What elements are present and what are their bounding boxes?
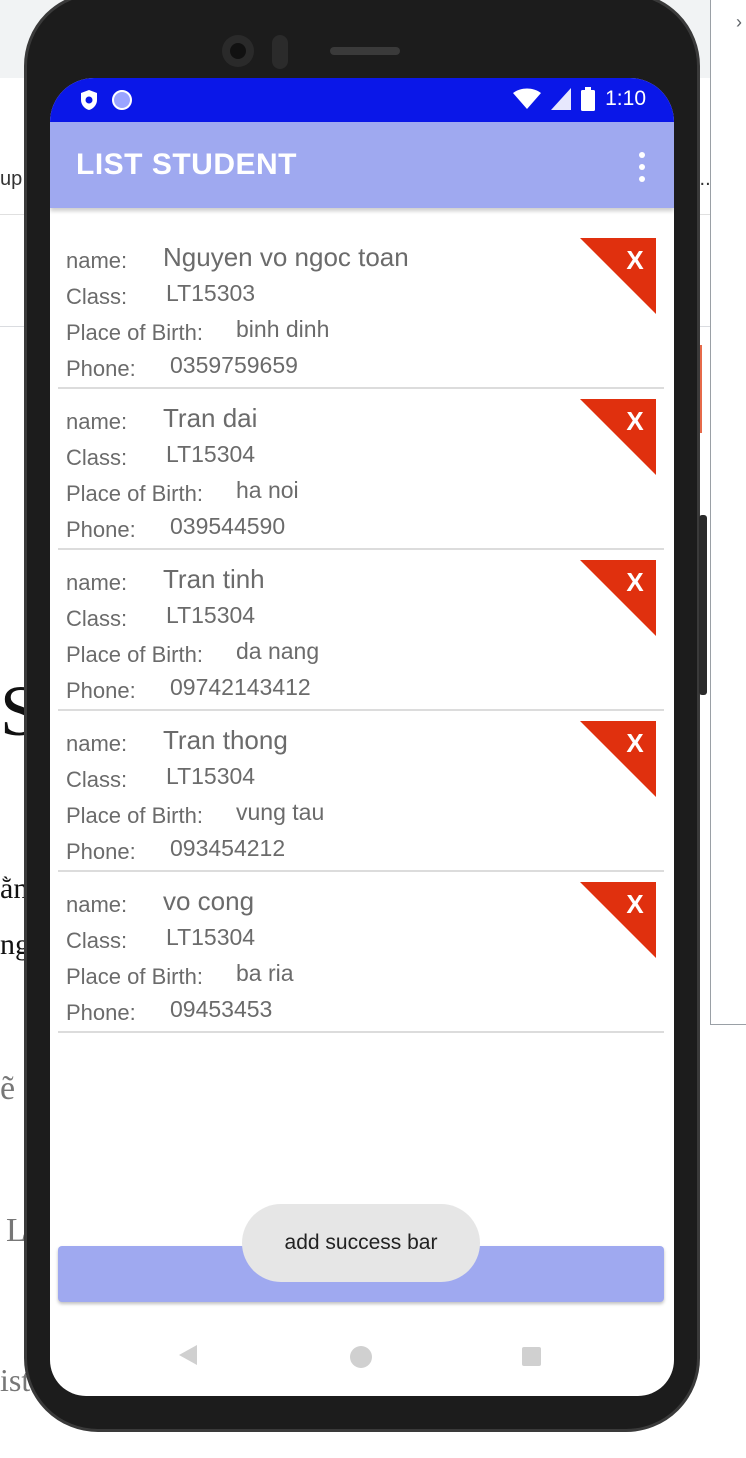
student-phone: 039544590 — [170, 513, 286, 539]
delete-x-icon: X — [626, 728, 644, 758]
class-label: Class: — [66, 767, 128, 792]
delete-button[interactable]: X — [580, 399, 656, 475]
phone-label: Phone: — [66, 678, 136, 703]
name-label: name: — [66, 409, 128, 434]
student-name: Tran tinh — [163, 564, 265, 594]
battery-icon — [581, 87, 596, 111]
student-phone: 093454212 — [170, 835, 286, 861]
signal-icon — [551, 88, 572, 110]
place-label: Place of Birth: — [66, 642, 203, 667]
student-class: LT15304 — [166, 602, 256, 628]
student-place: ha noi — [236, 477, 299, 503]
student-name: Tran dai — [163, 403, 258, 433]
student-name: Tran thong — [163, 725, 288, 755]
class-label: Class: — [66, 928, 128, 953]
sensor — [272, 35, 288, 69]
student-list: name: Nguyen vo ngoc toan Class: LT15303… — [58, 228, 664, 1033]
place-label: Place of Birth: — [66, 481, 203, 506]
shield-icon — [81, 90, 97, 110]
home-icon[interactable] — [350, 1346, 372, 1368]
phone-label: Phone: — [66, 356, 136, 381]
name-label: name: — [66, 570, 128, 595]
earpiece-speaker — [330, 47, 400, 55]
class-label: Class: — [66, 284, 128, 309]
student-class: LT15304 — [166, 924, 256, 950]
delete-x-icon: X — [626, 889, 644, 919]
student-place: da nang — [236, 638, 320, 664]
wifi-icon — [513, 88, 542, 109]
app-title: LIST STUDENT — [76, 148, 297, 181]
app-bar: LIST STUDENT — [50, 122, 674, 208]
camera-lens — [230, 43, 246, 59]
delete-x-icon: X — [626, 245, 644, 275]
student-name: Nguyen vo ngoc toan — [163, 242, 409, 272]
place-label: Place of Birth: — [66, 803, 203, 828]
delete-button[interactable]: X — [580, 238, 656, 314]
notification-dot-icon — [112, 90, 132, 110]
delete-x-icon: X — [626, 406, 644, 436]
student-phone: 0359759659 — [170, 352, 298, 378]
student-list-item[interactable]: name: Tran dai Class: LT15304 Place of B… — [58, 389, 664, 550]
phone-screen: 1:10 LIST STUDENT name: Nguyen vo ngoc t… — [50, 78, 674, 1396]
student-list-item[interactable]: name: Tran tinh Class: LT15304 Place of … — [58, 550, 664, 711]
class-label: Class: — [66, 606, 128, 631]
background-text-up: up — [0, 168, 23, 190]
class-label: Class: — [66, 445, 128, 470]
student-class: LT15303 — [166, 280, 256, 306]
student-list-item[interactable]: name: Tran thong Class: LT15304 Place of… — [58, 711, 664, 872]
student-class: LT15304 — [166, 441, 256, 467]
student-phone: 09742143412 — [170, 674, 311, 700]
toast-message: add success bar — [242, 1204, 480, 1282]
place-label: Place of Birth: — [66, 964, 203, 989]
recent-apps-icon[interactable] — [522, 1347, 541, 1366]
status-time: 1:10 — [605, 87, 646, 110]
student-phone: 09453453 — [170, 996, 273, 1022]
back-icon[interactable] — [179, 1345, 197, 1365]
student-class: LT15304 — [166, 763, 256, 789]
phone-label: Phone: — [66, 1000, 136, 1025]
student-place: binh dinh — [236, 316, 330, 342]
student-place: ba ria — [236, 960, 294, 986]
android-nav-bar — [50, 1320, 674, 1396]
side-panel — [710, 0, 746, 1025]
student-place: vung tau — [236, 799, 325, 825]
phone-label: Phone: — [66, 517, 136, 542]
student-list-item[interactable]: name: Nguyen vo ngoc toan Class: LT15303… — [58, 228, 664, 389]
place-label: Place of Birth: — [66, 320, 203, 345]
more-vert-icon[interactable] — [638, 152, 646, 182]
status-bar: 1:10 — [50, 78, 674, 122]
power-button — [699, 515, 707, 695]
delete-x-icon: X — [626, 567, 644, 597]
student-name: vo cong — [163, 886, 255, 916]
student-list-item[interactable]: name: vo cong Class: LT15304 Place of Bi… — [58, 872, 664, 1033]
name-label: name: — [66, 248, 128, 273]
delete-button[interactable]: X — [580, 721, 656, 797]
delete-button[interactable]: X — [580, 882, 656, 958]
delete-button[interactable]: X — [580, 560, 656, 636]
phone-label: Phone: — [66, 839, 136, 864]
name-label: name: — [66, 731, 128, 756]
chevron-right-icon[interactable]: › — [736, 12, 742, 33]
name-label: name: — [66, 892, 128, 917]
